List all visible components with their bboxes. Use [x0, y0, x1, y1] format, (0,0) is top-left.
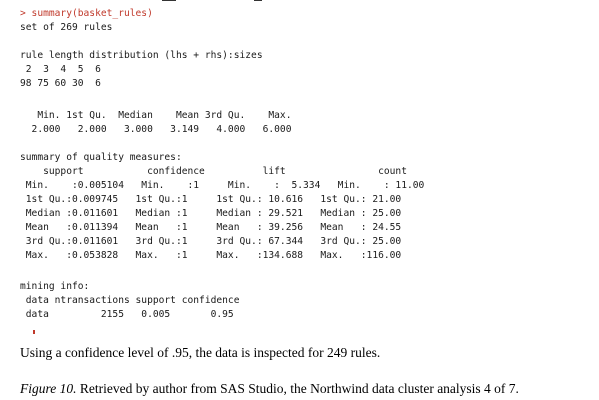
console-line: data ntransactions support confidence: [20, 295, 240, 306]
r-console-output: > summary(basket_rules) set of 269 rules…: [14, 0, 594, 335]
console-line: set of 269 rules: [20, 22, 113, 33]
console-line: rule length distribution (lhs + rhs):siz…: [20, 50, 263, 61]
console-line: summary of quality measures:: [20, 152, 182, 163]
figure-caption: Figure 10. Retrieved by author from SAS …: [20, 381, 519, 397]
figure-label: Figure 10.: [20, 381, 77, 396]
page: > summary(basket_rules) set of 269 rules…: [0, 0, 599, 400]
console-line: support confidence lift count: [20, 166, 407, 177]
console-line: 2.000 2.000 3.000 3.149 4.000 6.000: [20, 124, 292, 135]
console-line: mining info:: [20, 281, 90, 292]
console-command: > summary(basket_rules): [20, 8, 153, 19]
figure-caption-text: Retrieved by author from SAS Studio, the…: [76, 381, 519, 396]
console-cursor: [33, 330, 35, 334]
console-line: Median :0.011601 Median :1 Median : 29.5…: [20, 208, 402, 219]
top-rule-mark: [162, 0, 176, 1]
top-rule-mark: [254, 0, 262, 1]
console-line: 2 3 4 5 6: [20, 64, 101, 75]
console-line: data 2155 0.005 0.95: [20, 309, 234, 320]
body-text: Using a confidence level of .95, the dat…: [20, 345, 381, 360]
console-line: 3rd Qu.:0.011601 3rd Qu.:1 3rd Qu.: 67.3…: [20, 236, 402, 247]
console-line: Max. :0.053828 Max. :1 Max. :134.688 Max…: [20, 250, 402, 261]
console-line: 1st Qu.:0.009745 1st Qu.:1 1st Qu.: 10.6…: [20, 194, 402, 205]
console-line: 98 75 60 30 6: [20, 78, 101, 89]
console-line: Min. :0.005104 Min. :1 Min. : 5.334 Min.…: [20, 180, 425, 191]
console-line: Mean :0.011394 Mean :1 Mean : 39.256 Mea…: [20, 222, 402, 233]
console-line: Min. 1st Qu. Median Mean 3rd Qu. Max.: [20, 110, 292, 121]
